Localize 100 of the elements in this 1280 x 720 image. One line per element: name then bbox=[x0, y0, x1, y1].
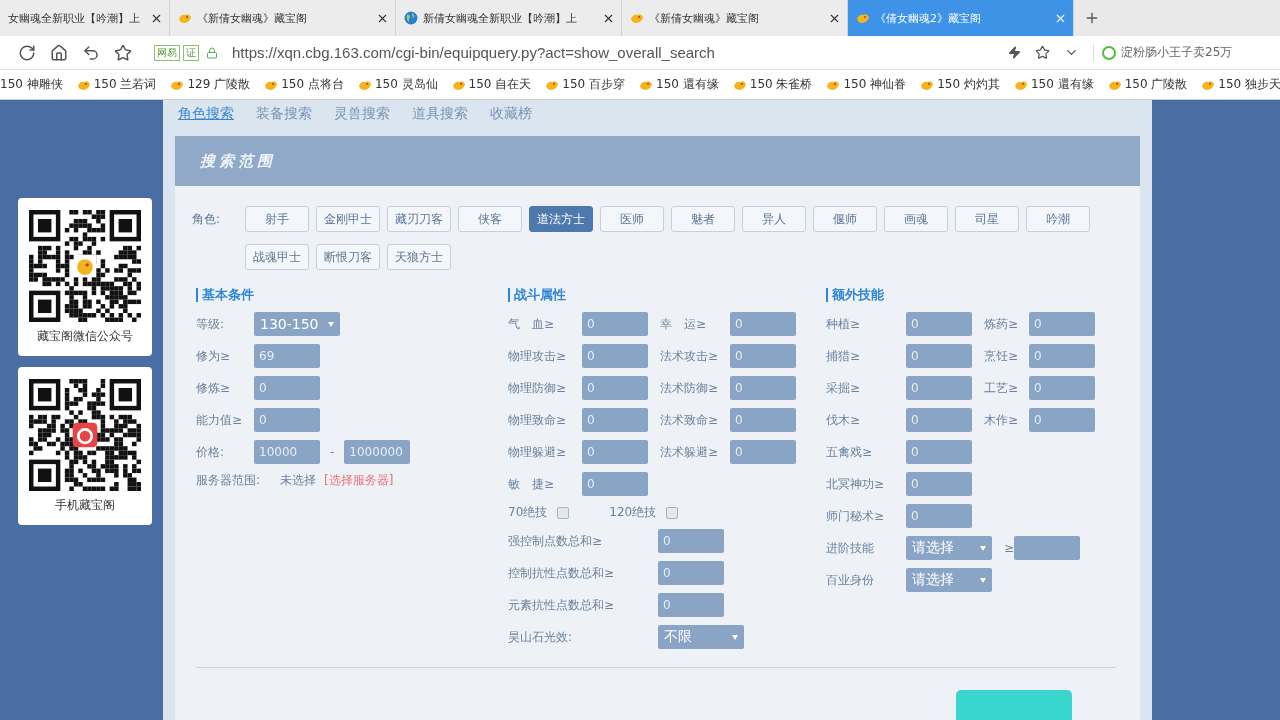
bookmark[interactable]: 150 自在天 bbox=[451, 76, 532, 93]
role-button[interactable]: 道法方士 bbox=[529, 206, 593, 232]
input-field[interactable]: 0 bbox=[906, 408, 972, 432]
bookmark[interactable]: 150 神仙眷 bbox=[826, 76, 907, 93]
role-button[interactable]: 天狼方士 bbox=[387, 244, 451, 270]
field-label: 法术躲避≥ bbox=[660, 443, 720, 461]
nav-tab[interactable]: 角色搜索 bbox=[178, 105, 234, 123]
browser-tab[interactable]: 《倩女幽魂2》藏宝阁 bbox=[848, 0, 1074, 36]
search-field[interactable]: 淀粉肠小王子卖25万 bbox=[1093, 44, 1270, 61]
site-tag: 证 bbox=[183, 44, 199, 61]
field-label: 物理躲避≥ bbox=[508, 443, 568, 461]
input-field[interactable]: 0 bbox=[906, 504, 972, 528]
input-field[interactable]: 69 bbox=[254, 344, 320, 368]
chick-icon bbox=[920, 78, 935, 91]
input-field[interactable]: 0 bbox=[582, 312, 648, 336]
input-field[interactable]: 0 bbox=[730, 344, 796, 368]
role-button[interactable]: 魅者 bbox=[671, 206, 735, 232]
checkbox[interactable] bbox=[557, 506, 570, 519]
address-url[interactable]: https://xqn.cbg.163.com/cgi-bin/equipquery.py?act=show_overall_search bbox=[232, 44, 994, 61]
nav-tab[interactable]: 装备搜索 bbox=[256, 105, 312, 123]
chick-icon bbox=[1107, 78, 1122, 91]
home-icon[interactable] bbox=[50, 43, 68, 62]
role-button[interactable]: 藏刃刀客 bbox=[387, 206, 451, 232]
role-button[interactable]: 司星 bbox=[955, 206, 1019, 232]
input-field[interactable]: 0 bbox=[906, 312, 972, 336]
bookmark[interactable]: 129 广陵散 bbox=[170, 76, 251, 93]
role-button[interactable]: 断恨刀客 bbox=[316, 244, 380, 270]
new-tab-icon[interactable] bbox=[1084, 10, 1100, 26]
input-field[interactable]: 0 bbox=[582, 440, 648, 464]
input-field[interactable]: 0 bbox=[254, 408, 320, 432]
bookmark[interactable]: 150 点将台 bbox=[264, 76, 344, 93]
bookmark[interactable]: 150 還有缘 bbox=[1013, 76, 1094, 93]
field-label: 敏 捷≥ bbox=[508, 475, 556, 493]
bookmark[interactable]: 150 朱雀桥 bbox=[732, 76, 813, 93]
chick-icon bbox=[178, 12, 192, 24]
input-field[interactable]: 0 bbox=[730, 376, 796, 400]
input-field[interactable]: 0 bbox=[582, 344, 648, 368]
input-field[interactable]: 0 bbox=[730, 408, 796, 432]
section-title: 战斗属性 bbox=[508, 288, 826, 302]
input-field[interactable]: 0 bbox=[906, 344, 972, 368]
input-field[interactable]: 0 bbox=[906, 440, 972, 464]
input-field[interactable]: 0 bbox=[906, 376, 972, 400]
role-button[interactable]: 医师 bbox=[600, 206, 664, 232]
input-field[interactable]: 10000 bbox=[254, 440, 320, 464]
select-server-link[interactable]: [选择服务器] bbox=[324, 472, 394, 489]
bookmark[interactable]: 150 神雕侠 bbox=[0, 76, 63, 93]
role-button[interactable]: 偃师 bbox=[813, 206, 877, 232]
input-field[interactable]: 0 bbox=[1029, 344, 1095, 368]
role-button[interactable]: 金刚甲士 bbox=[316, 206, 380, 232]
role-button[interactable]: 战魂甲士 bbox=[245, 244, 309, 270]
input-field[interactable]: 0 bbox=[658, 593, 724, 617]
chick-icon bbox=[732, 78, 747, 91]
field-label: 法术致命≥ bbox=[660, 411, 720, 429]
input-field[interactable]: 0 bbox=[730, 312, 796, 336]
input-field[interactable]: 0 bbox=[582, 472, 648, 496]
field-label: ≥ bbox=[1004, 541, 1015, 555]
lightning-icon[interactable] bbox=[1008, 46, 1021, 59]
bookmark[interactable]: 150 百步穿 bbox=[545, 76, 626, 93]
bookmark[interactable]: 150 灼灼其 bbox=[920, 76, 1000, 93]
input-field[interactable]: 0 bbox=[658, 529, 724, 553]
bookmark[interactable]: 150 灵岛仙 bbox=[357, 76, 438, 93]
chick-icon bbox=[545, 78, 560, 91]
input-field[interactable]: 0 bbox=[254, 376, 320, 400]
checkbox[interactable] bbox=[666, 506, 679, 519]
input-field[interactable]: 0 bbox=[582, 408, 648, 432]
dropdown[interactable]: 130-150 bbox=[254, 312, 340, 336]
dropdown[interactable]: 不限 bbox=[658, 625, 744, 649]
dropdown[interactable]: 请选择 bbox=[906, 568, 992, 592]
field-label: 木作≥ bbox=[984, 411, 1020, 429]
bookmark[interactable]: 150 广陵散 bbox=[1107, 76, 1188, 93]
field-label: 控制抗性点数总和≥ bbox=[508, 564, 616, 582]
star-icon[interactable] bbox=[114, 43, 132, 62]
caret-icon bbox=[732, 634, 738, 640]
input-field[interactable]: 0 bbox=[1029, 312, 1095, 336]
dropdown[interactable]: 请选择 bbox=[906, 536, 992, 560]
input-field[interactable]: 0 bbox=[1029, 408, 1095, 432]
reload-icon[interactable] bbox=[18, 43, 36, 62]
input-field[interactable]: 0 bbox=[582, 376, 648, 400]
bookmark[interactable]: 150 独步天 bbox=[1201, 76, 1280, 93]
role-button[interactable]: 画魂 bbox=[884, 206, 948, 232]
nav-tab[interactable]: 收藏榜 bbox=[490, 105, 532, 123]
star-icon[interactable] bbox=[1035, 45, 1050, 60]
checkbox-label: 120绝技 bbox=[609, 504, 657, 521]
input-field[interactable] bbox=[1014, 536, 1081, 560]
field-label: 价格: bbox=[196, 443, 226, 461]
input-field[interactable]: 0 bbox=[658, 561, 724, 585]
bookmark[interactable]: 150 還有缘 bbox=[639, 76, 719, 93]
input-field[interactable]: 0 bbox=[906, 472, 972, 496]
nav-tab[interactable]: 灵兽搜索 bbox=[334, 105, 390, 123]
input-field[interactable]: 0 bbox=[730, 440, 796, 464]
role-button[interactable]: 射手 bbox=[245, 206, 309, 232]
role-button[interactable]: 侠客 bbox=[458, 206, 522, 232]
nav-tab[interactable]: 道具搜索 bbox=[412, 105, 468, 123]
role-button[interactable]: 吟潮 bbox=[1026, 206, 1090, 232]
role-button[interactable]: 异人 bbox=[742, 206, 806, 232]
field-label: 气 血≥ bbox=[508, 315, 556, 333]
input-field[interactable]: 0 bbox=[1029, 376, 1095, 400]
bookmark[interactable]: 150 兰若词 bbox=[76, 76, 157, 93]
undo-icon[interactable] bbox=[82, 43, 100, 62]
input-field[interactable]: 1000000 bbox=[344, 440, 411, 464]
